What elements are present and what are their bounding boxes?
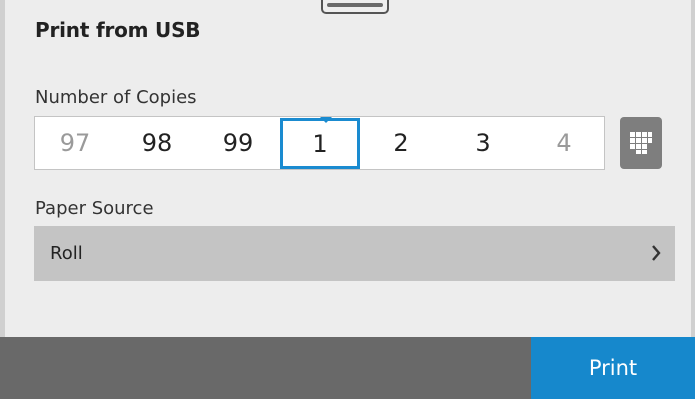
print-button[interactable]: Print — [531, 337, 695, 399]
chevron-right-icon — [652, 245, 661, 261]
copies-option-selected[interactable]: 1 — [280, 118, 360, 169]
paper-source-selector[interactable]: Roll — [34, 226, 675, 281]
keypad-icon — [630, 132, 652, 154]
right-frame-edge — [691, 0, 695, 337]
page-title: Print from USB — [35, 18, 201, 42]
copies-option[interactable]: 99 — [198, 117, 278, 169]
copies-option[interactable]: 97 — [35, 117, 115, 169]
copies-option[interactable]: 2 — [361, 117, 441, 169]
copies-picker[interactable]: 97 98 99 1 2 3 4 — [34, 116, 605, 170]
copies-label: Number of Copies — [35, 87, 197, 108]
selection-pointer-icon — [320, 117, 332, 123]
paper-source-label: Paper Source — [35, 198, 154, 219]
copies-option[interactable]: 98 — [117, 117, 197, 169]
left-frame-edge — [0, 0, 5, 337]
paper-source-value: Roll — [50, 243, 83, 264]
keypad-button[interactable] — [620, 117, 662, 169]
copies-option[interactable]: 3 — [443, 117, 523, 169]
panel-drag-handle[interactable] — [321, 0, 389, 14]
copies-option[interactable]: 4 — [524, 117, 604, 169]
